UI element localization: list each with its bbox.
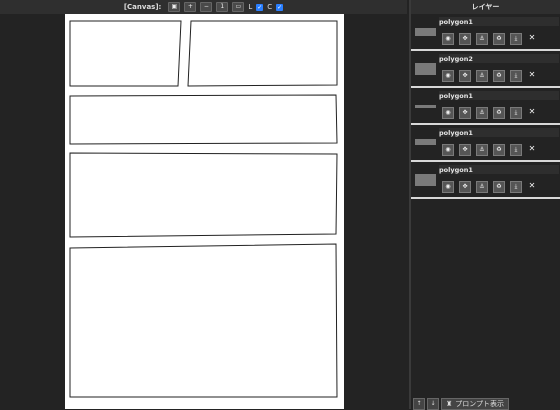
fit-screen-icon[interactable]: ▭ (232, 2, 245, 12)
c-label: C (267, 3, 273, 11)
move-down-button[interactable]: ↓ (427, 397, 439, 410)
move-up-button[interactable]: ↑ (413, 397, 425, 410)
layer-thumbnail (415, 174, 436, 186)
download-icon[interactable]: ⤓ (510, 181, 522, 193)
layer-actions: ◉ ✥ ⚓ ♻ ⤓ ✕ (442, 181, 537, 193)
eye-icon[interactable]: ◉ (442, 33, 454, 45)
zoom-in-icon[interactable]: + (184, 2, 197, 12)
panel-3 (69, 94, 338, 145)
l-label: L (248, 3, 253, 11)
layer-thumbnail (415, 139, 436, 145)
move-icon[interactable]: ✥ (459, 107, 471, 119)
zoom-out-icon[interactable]: − (200, 2, 213, 12)
canvas-toolbar: [Canvas]: ▣ + − 1 ▭ L ✓ C ✓ (0, 0, 407, 14)
recycle-icon[interactable]: ♻ (493, 107, 505, 119)
layer-thumbnail (415, 28, 436, 36)
layer-name: polygon1 (439, 166, 473, 174)
layer-panel: レイヤー polygon1 ◉ ✥ ⚓ ♻ ⤓ ✕ polygon2 ◉ ✥ ⚓ (411, 0, 560, 410)
close-icon[interactable]: ✕ (527, 181, 537, 191)
fit-1-icon[interactable]: 1 (216, 2, 229, 12)
recycle-icon[interactable]: ♻ (493, 70, 505, 82)
layer-thumbnail (415, 105, 436, 108)
comic-page-canvas[interactable] (65, 14, 344, 409)
layer-item[interactable]: polygon1 ◉ ✥ ⚓ ♻ ⤓ ✕ (411, 88, 560, 125)
recycle-icon[interactable]: ♻ (493, 144, 505, 156)
canvas-area: [Canvas]: ▣ + − 1 ▭ L ✓ C ✓ (0, 0, 409, 409)
move-icon[interactable]: ✥ (459, 181, 471, 193)
layer-thumbnail (415, 63, 436, 75)
layer-item[interactable]: polygon2 ◉ ✥ ⚓ ♻ ⤓ ✕ (411, 51, 560, 88)
eye-icon[interactable]: ◉ (442, 107, 454, 119)
l-checkbox[interactable]: ✓ (256, 3, 264, 11)
layer-actions: ◉ ✥ ⚓ ♻ ⤓ ✕ (442, 144, 537, 156)
download-icon[interactable]: ⤓ (510, 107, 522, 119)
download-icon[interactable]: ⤓ (510, 144, 522, 156)
layer-actions: ◉ ✥ ⚓ ♻ ⤓ ✕ (442, 33, 537, 45)
anchor-icon[interactable]: ⚓ (476, 33, 488, 45)
show-prompt-label: プロンプト表示 (455, 399, 505, 408)
layer-name: polygon1 (439, 92, 473, 100)
layer-actions: ◉ ✥ ⚓ ♻ ⤓ ✕ (442, 70, 537, 82)
panel-1 (69, 20, 182, 87)
panel-2 (187, 20, 338, 87)
anchor-icon[interactable]: ⚓ (476, 70, 488, 82)
eye-icon[interactable]: ◉ (442, 70, 454, 82)
download-icon[interactable]: ⤓ (510, 33, 522, 45)
layer-panel-title: レイヤー (411, 0, 560, 14)
image-icon[interactable]: ▣ (168, 2, 181, 12)
panel-layout (69, 20, 338, 398)
layer-name: polygon1 (439, 18, 473, 26)
c-checkbox[interactable]: ✓ (276, 3, 284, 11)
recycle-icon[interactable]: ♻ (493, 181, 505, 193)
layer-list: polygon1 ◉ ✥ ⚓ ♻ ⤓ ✕ polygon2 ◉ ✥ ⚓ ♻ ⤓ … (411, 14, 560, 199)
panel-5 (69, 243, 338, 398)
close-icon[interactable]: ✕ (527, 33, 537, 43)
move-icon[interactable]: ✥ (459, 33, 471, 45)
download-icon[interactable]: ⤓ (510, 70, 522, 82)
close-icon[interactable]: ✕ (527, 107, 537, 117)
close-icon[interactable]: ✕ (527, 144, 537, 154)
layer-name: polygon2 (439, 55, 473, 63)
show-prompt-button[interactable]: ♜ プロンプト表示 (441, 397, 509, 410)
anchor-icon[interactable]: ⚓ (476, 107, 488, 119)
recycle-icon[interactable]: ♻ (493, 33, 505, 45)
move-icon[interactable]: ✥ (459, 144, 471, 156)
canvas-label: [Canvas]: (123, 3, 162, 11)
layer-item[interactable]: polygon1 ◉ ✥ ⚓ ♻ ⤓ ✕ (411, 125, 560, 162)
panel-4 (69, 152, 338, 238)
layer-name: polygon1 (439, 129, 473, 137)
layer-item[interactable]: polygon1 ◉ ✥ ⚓ ♻ ⤓ ✕ (411, 162, 560, 199)
prompt-icon: ♜ (445, 399, 453, 408)
move-icon[interactable]: ✥ (459, 70, 471, 82)
layer-item[interactable]: polygon1 ◉ ✥ ⚓ ♻ ⤓ ✕ (411, 14, 560, 51)
layer-actions: ◉ ✥ ⚓ ♻ ⤓ ✕ (442, 107, 537, 119)
anchor-icon[interactable]: ⚓ (476, 181, 488, 193)
anchor-icon[interactable]: ⚓ (476, 144, 488, 156)
close-icon[interactable]: ✕ (527, 70, 537, 80)
eye-icon[interactable]: ◉ (442, 181, 454, 193)
eye-icon[interactable]: ◉ (442, 144, 454, 156)
layer-bottom-bar: ↑ ↓ ♜ プロンプト表示 (411, 397, 509, 410)
